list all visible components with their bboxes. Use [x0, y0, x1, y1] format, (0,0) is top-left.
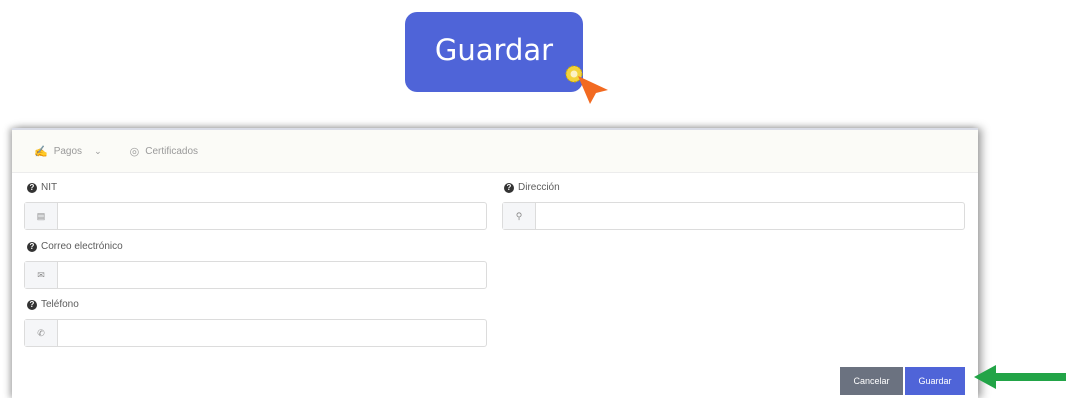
telefono-field: ✆ — [24, 319, 487, 347]
tab-certificados-label: Certificados — [145, 145, 199, 157]
save-callout-button[interactable]: Guardar — [405, 12, 583, 92]
help-icon: ? — [504, 182, 514, 193]
direccion-label-row: ? Dirección — [504, 182, 560, 193]
arrow-left-icon — [974, 365, 1066, 389]
cancel-button[interactable]: Cancelar — [840, 367, 903, 395]
id-card-icon: ▤ — [25, 203, 58, 229]
phone-icon: ✆ — [25, 320, 58, 346]
chevron-down-icon: ⌄ — [94, 145, 102, 156]
nit-label: NIT — [41, 182, 58, 193]
direccion-field: ⚲ — [502, 202, 965, 230]
telefono-label-row: ? Teléfono — [27, 299, 79, 310]
nit-field: ▤ — [24, 202, 487, 230]
direccion-input[interactable] — [536, 203, 964, 229]
nit-label-row: ? NIT — [27, 182, 57, 193]
correo-input[interactable] — [58, 262, 486, 288]
save-button[interactable]: Guardar — [905, 367, 965, 395]
correo-field: ✉ — [24, 261, 487, 289]
help-icon: ? — [27, 182, 37, 193]
correo-label: Correo electrónico — [41, 241, 123, 252]
pointer-cursor-icon — [565, 65, 608, 104]
telefono-input[interactable] — [58, 320, 486, 346]
hand-coins-icon: ✍ — [34, 145, 48, 158]
tab-certificados[interactable]: ◎ Certificados — [130, 145, 198, 158]
envelope-icon: ✉ — [25, 262, 58, 288]
help-icon: ? — [27, 299, 37, 310]
tab-pagos-label: Pagos — [53, 145, 83, 157]
form-panel: ✍ Pagos ⌄ ◎ Certificados ? NIT ▤ ? Direc… — [12, 128, 978, 398]
help-icon: ? — [27, 241, 37, 252]
nit-input[interactable] — [58, 203, 486, 229]
map-pin-icon: ⚲ — [503, 203, 536, 229]
certificate-icon: ◎ — [129, 145, 140, 158]
correo-label-row: ? Correo electrónico — [27, 241, 123, 252]
direccion-label: Dirección — [518, 182, 560, 193]
telefono-label: Teléfono — [41, 299, 79, 310]
tab-pagos[interactable]: ✍ Pagos ⌄ — [34, 145, 102, 158]
tab-bar: ✍ Pagos ⌄ ◎ Certificados — [12, 130, 978, 173]
